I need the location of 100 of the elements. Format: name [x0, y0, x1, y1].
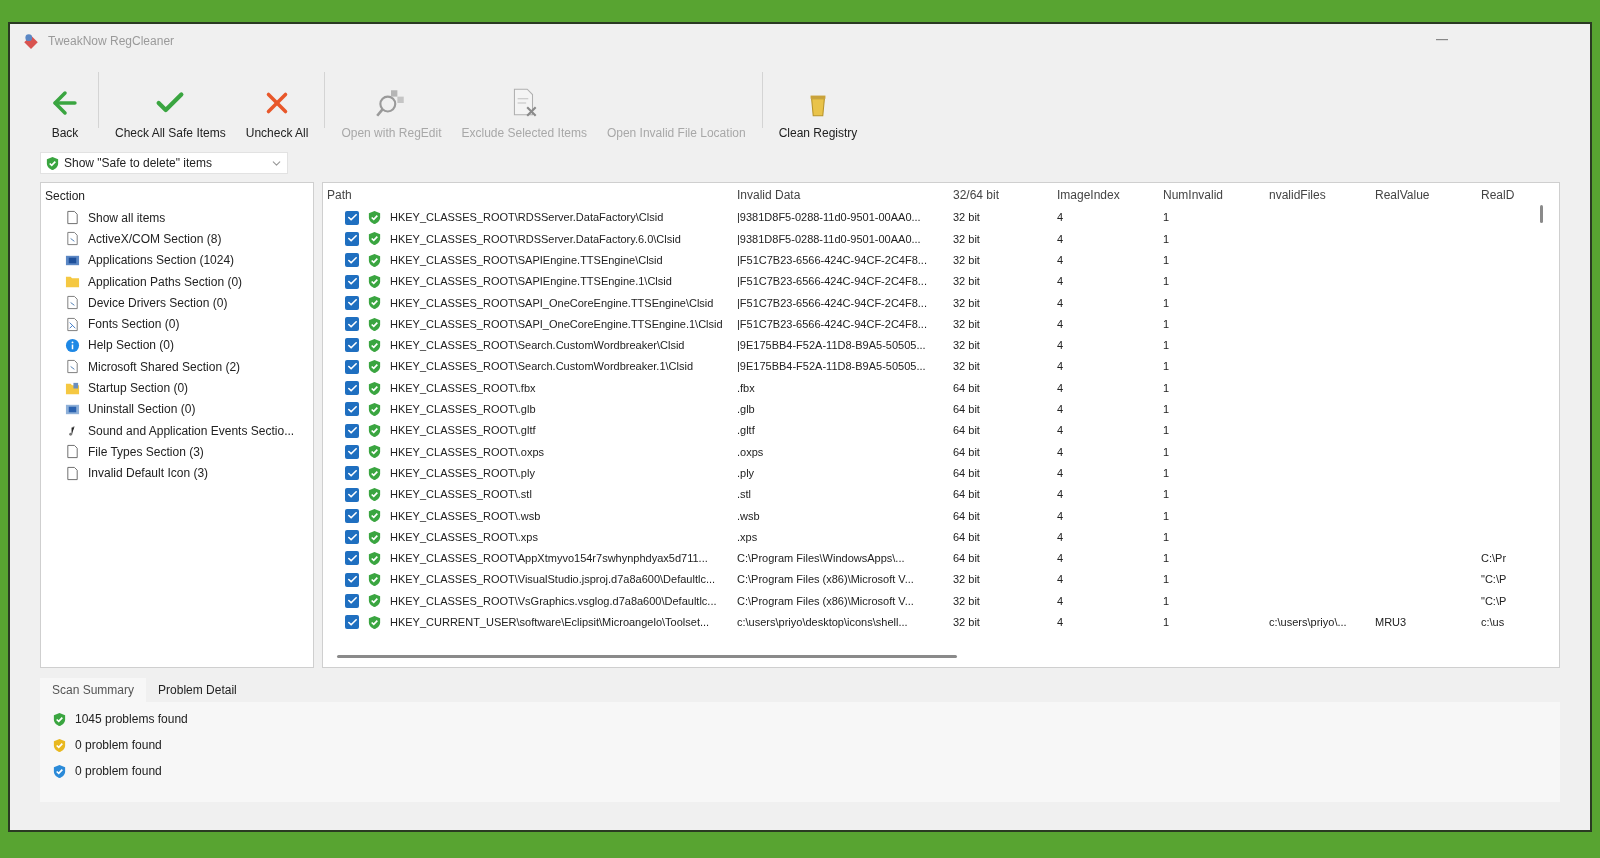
section-item[interactable]: Sound and Application Events Sectio... — [41, 419, 313, 442]
table-cell: 1 — [1163, 360, 1170, 373]
row-checkbox[interactable] — [345, 317, 359, 332]
tab[interactable]: Problem Detail — [146, 678, 249, 702]
table-cell: 1 — [1163, 381, 1170, 394]
table-cell: C:\Program Files\WindowsApps\... — [737, 552, 905, 565]
shield-check-icon — [367, 487, 382, 502]
section-item[interactable]: Application Paths Section (0) — [41, 270, 313, 293]
toolbar-button[interactable]: Clean Registry — [770, 86, 866, 142]
table-cell: 1 — [1163, 509, 1170, 522]
table-cell-text: HKEY_CLASSES_ROOT\.ply — [390, 465, 535, 481]
toolbar-button[interactable]: Back — [40, 86, 90, 142]
section-item[interactable]: File Types Section (3) — [41, 441, 313, 463]
scrollbar-thumb[interactable] — [337, 655, 957, 658]
row-checkbox[interactable] — [345, 338, 359, 353]
row-checkbox[interactable] — [345, 444, 359, 459]
row-checkbox[interactable] — [345, 487, 359, 502]
column-header[interactable]: 32/64 bit — [949, 186, 1053, 204]
section-item[interactable]: Applications Section (1024) — [41, 249, 313, 271]
table-cell-text: HKEY_CLASSES_ROOT\.stl — [390, 487, 532, 503]
minimize-icon[interactable] — [1436, 39, 1448, 43]
table-cell: |9381D8F5-0288-11d0-9501-00AA0... — [737, 211, 921, 224]
row-checkbox[interactable] — [345, 381, 359, 395]
table-cell: 4 — [1057, 360, 1064, 373]
table-cell: .xps — [737, 530, 758, 543]
folder-icon — [65, 274, 80, 290]
row-checkbox[interactable] — [345, 466, 359, 481]
table-cell: 32 bit — [953, 360, 980, 373]
table-cell-text: HKEY_CLASSES_ROOT\.xps — [390, 529, 538, 545]
filter-dropdown[interactable]: Show "Safe to delete" items — [40, 152, 288, 174]
section-item[interactable]: Help Section (0) — [41, 334, 313, 357]
section-item[interactable]: Startup Section (0) — [41, 377, 313, 399]
row-checkbox[interactable] — [345, 253, 359, 268]
summary-text: 0 problem found — [75, 763, 162, 780]
shield-check-icon — [367, 550, 382, 566]
table-cell-text: HKEY_CLASSES_ROOT\VisualStudio.jsproj.d7a8a600\Defaultlc... — [390, 572, 716, 588]
table-cell: 64 bit — [953, 530, 980, 543]
table-cell: 4 — [1057, 232, 1064, 245]
table-cell-text: HKEY_CURRENT_USER\software\Eclipsit\Microangelo\Toolset... — [390, 615, 710, 631]
row-checkbox[interactable] — [345, 210, 359, 225]
column-header[interactable]: NumInvalid — [1159, 186, 1265, 204]
table-cell: 32 bit — [953, 594, 980, 607]
column-header[interactable]: Invalid Data — [733, 186, 949, 204]
table-cell: 1 — [1163, 552, 1170, 565]
section-item[interactable]: Fonts Section (0) — [41, 313, 313, 335]
shield-check-icon — [367, 465, 382, 481]
section-item[interactable]: Microsoft Shared Section (2) — [41, 356, 313, 378]
section-item[interactable]: Uninstall Section (0) — [41, 398, 313, 420]
table-cell-text: HKEY_CLASSES_ROOT\SAPIEngine.TTSEngine\Clsid — [390, 253, 663, 268]
shield-icon — [52, 763, 67, 779]
row-checkbox[interactable] — [345, 594, 359, 608]
table-cell-text: HKEY_CLASSES_ROOT\.gltf — [390, 423, 536, 439]
table-cell: 4 — [1057, 594, 1064, 607]
shield-check-icon — [367, 274, 382, 290]
table-cell-text: HKEY_CLASSES_ROOT\VsGraphics.vsglog.d7a8a600\Defaultlc... — [390, 593, 717, 609]
shield-icon — [52, 711, 67, 727]
page-icon — [65, 444, 80, 460]
table-cell: 64 bit — [953, 403, 980, 416]
column-header[interactable]: RealValue — [1371, 186, 1477, 204]
scrollbar-thumb[interactable] — [1540, 205, 1543, 223]
section-item[interactable]: Invalid Default Icon (3) — [41, 462, 313, 484]
row-checkbox[interactable] — [345, 231, 359, 246]
row-checkbox[interactable] — [345, 615, 359, 630]
document-icon — [65, 295, 80, 311]
table-cell: |F51C7B23-6566-424C-94CF-2C4F8... — [737, 275, 927, 288]
shield-icon — [52, 737, 67, 753]
row-checkbox[interactable] — [345, 402, 359, 417]
column-header[interactable]: Path — [323, 186, 733, 204]
column-header[interactable]: nvalidFiles — [1265, 186, 1371, 204]
section-item[interactable]: Device Drivers Section (0) — [41, 292, 313, 314]
table-cell-text: HKEY_CLASSES_ROOT\SAPIEngine.TTSEngine.1\Clsid — [390, 274, 672, 290]
row-checkbox[interactable] — [345, 274, 359, 289]
toolbar-button[interactable]: Uncheck All — [237, 86, 317, 142]
row-checkbox[interactable] — [345, 423, 359, 438]
table-cell: 4 — [1057, 296, 1064, 309]
table-cell-text: HKEY_CLASSES_ROOT\AppXtmyvo154r7swhynphdyax5d711... — [390, 551, 708, 567]
row-checkbox[interactable] — [345, 551, 359, 566]
tab[interactable]: Scan Summary — [40, 678, 147, 702]
column-header[interactable]: RealD — [1477, 186, 1537, 204]
table-cell-text: HKEY_CLASSES_ROOT\Search.CustomWordbreaker.1\Clsid — [390, 359, 694, 375]
row-checkbox[interactable] — [345, 359, 359, 374]
table-cell: 4 — [1057, 317, 1064, 330]
table-cell-text: HKEY_CLASSES_ROOT\.fbx — [390, 380, 536, 396]
table-cell: 64 bit — [953, 445, 980, 458]
row-checkbox[interactable] — [345, 530, 359, 545]
row-checkbox[interactable] — [345, 572, 359, 587]
section-item[interactable]: Show all items — [41, 207, 313, 229]
table-cell: |9381D8F5-0288-11d0-9501-00AA0... — [737, 232, 921, 245]
table-cell: 32 bit — [953, 573, 980, 586]
table-cell: 1 — [1163, 616, 1170, 629]
table-cell: 64 bit — [953, 488, 980, 501]
table-cell: .oxps — [737, 445, 764, 458]
row-checkbox[interactable] — [345, 295, 359, 310]
toolbar-button[interactable]: Check All Safe Items — [107, 86, 234, 142]
section-item[interactable]: ActiveX/COM Section (8) — [41, 228, 313, 250]
column-header[interactable]: ImageIndex — [1053, 186, 1159, 204]
table-cell: |9E175BB4-F52A-11D8-B9A5-50505... — [737, 360, 926, 373]
table-cell: 1 — [1163, 445, 1170, 458]
filter-value: Show "Safe to delete" items — [64, 155, 213, 172]
row-checkbox[interactable] — [345, 508, 359, 523]
